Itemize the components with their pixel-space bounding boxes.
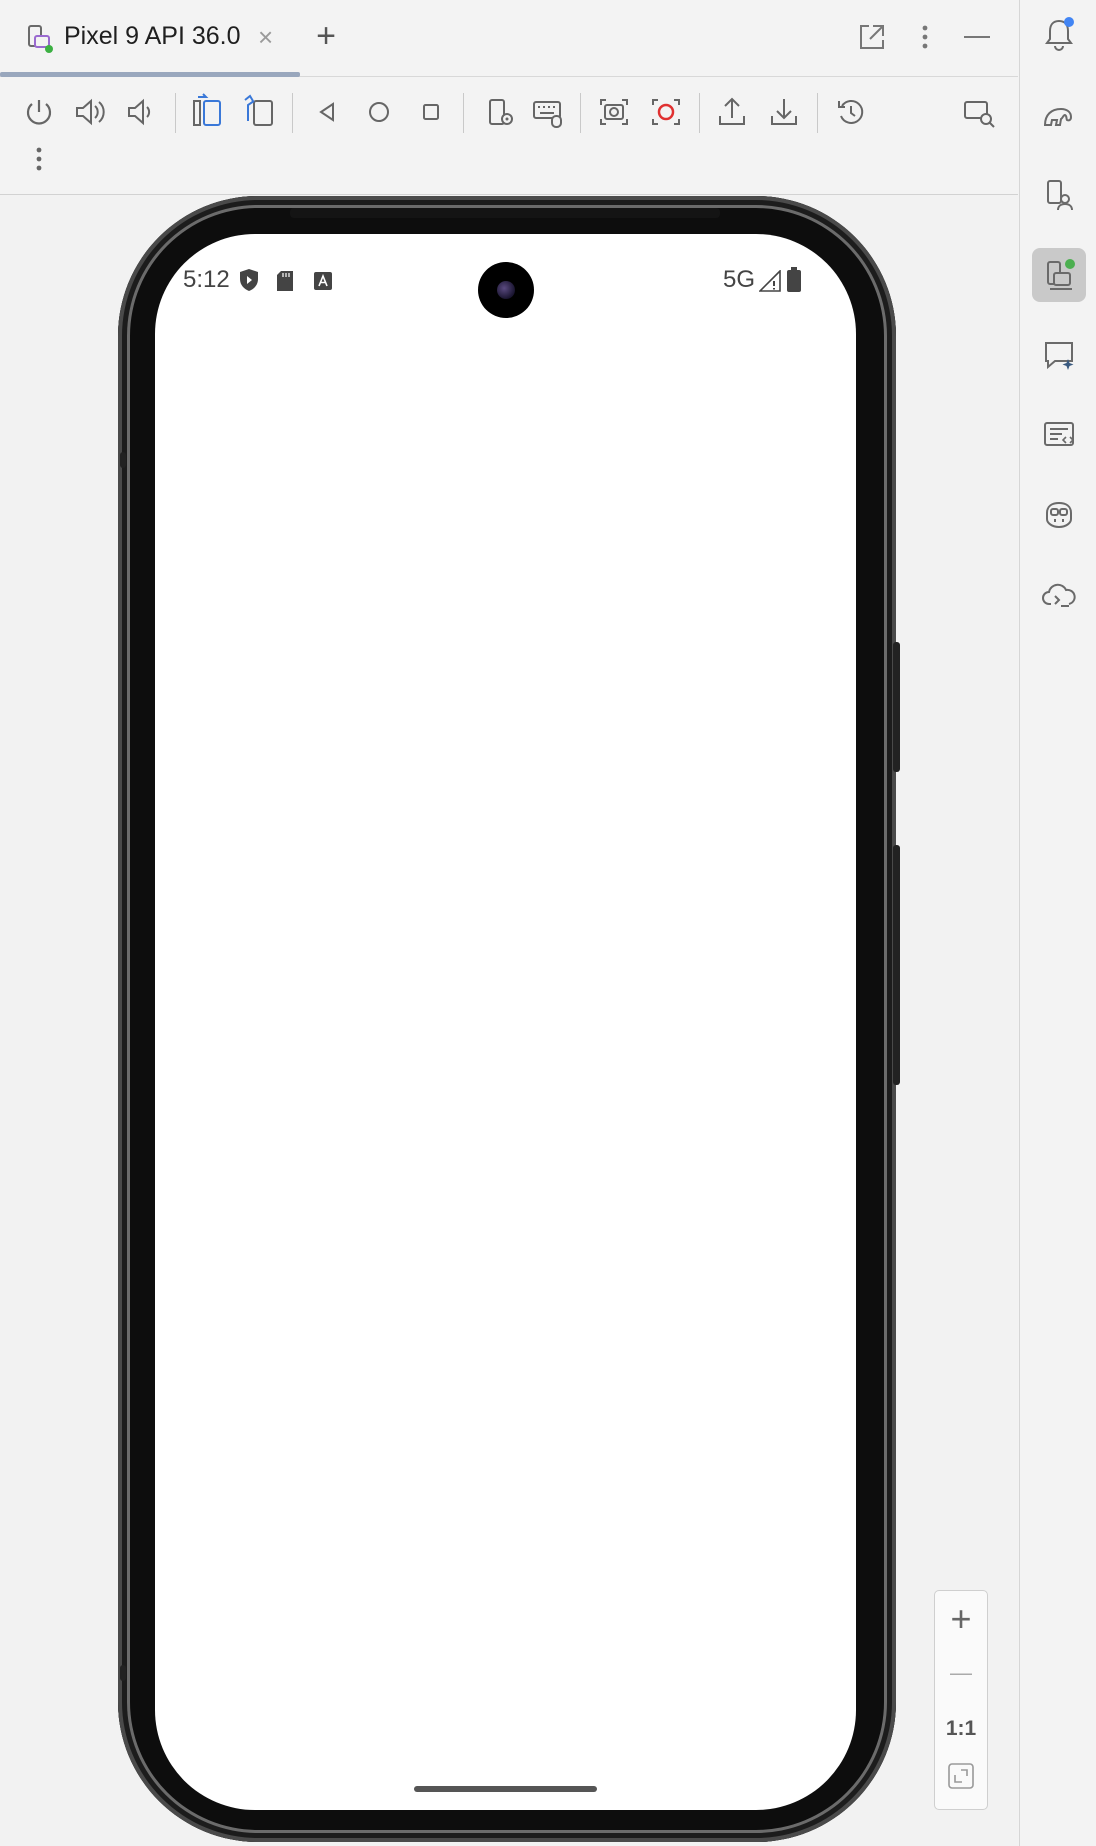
tool-window-bar — [1019, 0, 1096, 1846]
toolbar-separator — [699, 93, 700, 133]
more-vert-icon[interactable] — [908, 20, 942, 54]
device-top-edge — [290, 208, 720, 218]
device-settings-icon[interactable] — [480, 92, 520, 132]
new-tab-button[interactable]: + — [309, 16, 343, 56]
screenshot-icon[interactable] — [594, 92, 634, 132]
gemini-chat-icon[interactable] — [1032, 328, 1086, 382]
front-camera — [478, 262, 534, 318]
device-manager-icon[interactable] — [1032, 168, 1086, 222]
tab-bar: Pixel 9 API 36.0 × + — [0, 0, 1018, 77]
zoom-controls: + — 1:1 — [934, 1590, 988, 1810]
power-icon[interactable] — [19, 92, 59, 132]
status-network: 5G — [723, 266, 756, 293]
back-icon[interactable] — [307, 92, 347, 132]
device-tab[interactable]: Pixel 9 API 36.0 × — [0, 0, 300, 77]
snapshot-restore-icon[interactable] — [831, 92, 871, 132]
shield-icon — [240, 269, 258, 291]
sd-card-icon — [277, 271, 293, 291]
device-tab-icon — [28, 25, 53, 53]
toolbar-more-icon[interactable] — [19, 139, 59, 179]
running-devices-panel: Pixel 9 API 36.0 × + 5:12 5G + — 1:1 — [0, 0, 1018, 1846]
overview-icon[interactable] — [411, 92, 451, 132]
font-a-icon — [314, 272, 332, 290]
battery-icon — [787, 267, 801, 292]
toolbar-separator — [292, 93, 293, 133]
device-frame-notch — [120, 1665, 126, 1681]
toolbar-separator — [580, 93, 581, 133]
gradle-elephant-icon[interactable] — [1032, 88, 1086, 142]
device-tab-title: Pixel 9 API 36.0 — [64, 22, 241, 50]
rotate-left-icon[interactable] — [188, 92, 228, 132]
home-icon[interactable] — [359, 92, 399, 132]
device-volume-button — [893, 845, 900, 1085]
logcat-icon[interactable] — [1032, 408, 1086, 462]
toolbar-separator — [175, 93, 176, 133]
keyboard-icon[interactable] — [528, 92, 568, 132]
volume-up-icon[interactable] — [70, 92, 110, 132]
volume-down-icon[interactable] — [120, 92, 160, 132]
gesture-home-bar[interactable] — [414, 1786, 597, 1792]
toolbar-separator — [463, 93, 464, 133]
minimize-icon[interactable] — [960, 20, 994, 54]
close-tab-icon[interactable]: × — [258, 22, 273, 52]
zoom-out-button[interactable]: — — [935, 1653, 987, 1693]
rotate-right-icon[interactable] — [240, 92, 280, 132]
device-power-button — [893, 642, 900, 772]
status-time: 5:12 — [183, 266, 230, 293]
copilot-icon[interactable] — [1032, 488, 1086, 542]
emulator-toolbar — [0, 77, 1018, 195]
open-in-window-icon[interactable] — [855, 20, 889, 54]
device-screen[interactable]: 5:12 5G — [155, 234, 856, 1810]
toolbar-separator — [817, 93, 818, 133]
cloud-terminal-icon[interactable] — [1032, 568, 1086, 622]
running-devices-icon[interactable] — [1032, 248, 1086, 302]
export-icon[interactable] — [712, 92, 752, 132]
screen-record-icon[interactable] — [646, 92, 686, 132]
zoom-fit-icon[interactable] — [948, 1763, 974, 1789]
device-zoom-search-icon[interactable] — [958, 92, 998, 132]
import-icon[interactable] — [764, 92, 804, 132]
signal-icon — [759, 270, 781, 292]
device-frame-notch — [120, 452, 126, 468]
zoom-actual-size-button[interactable]: 1:1 — [935, 1709, 987, 1749]
notifications-icon[interactable] — [1032, 8, 1086, 62]
zoom-in-button[interactable]: + — [935, 1599, 987, 1639]
